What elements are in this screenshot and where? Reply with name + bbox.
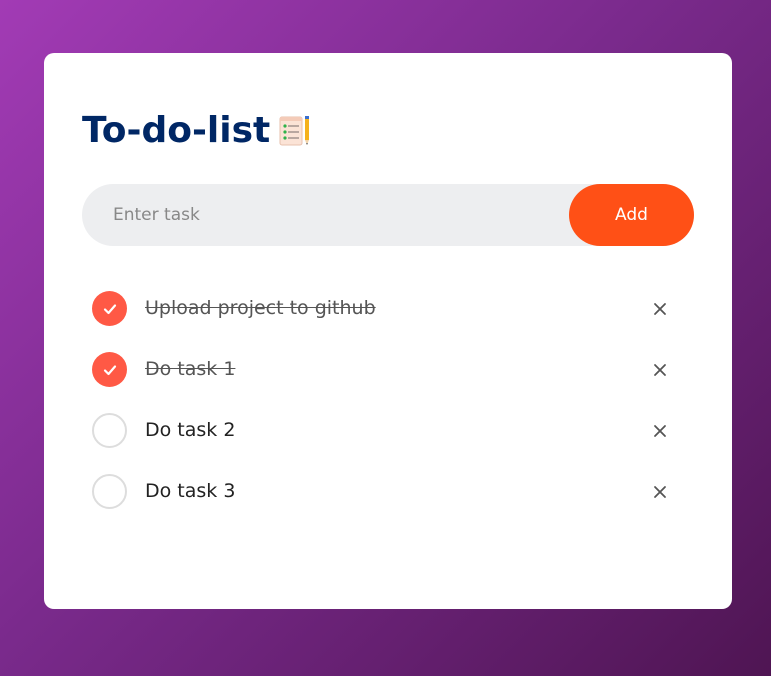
close-icon[interactable]	[648, 480, 672, 504]
task-label: Do task 2	[145, 419, 236, 441]
close-icon[interactable]	[648, 297, 672, 321]
list-item[interactable]: Do task 1	[92, 348, 686, 409]
task-label: Do task 3	[145, 480, 236, 502]
header: To-do-list	[82, 105, 312, 157]
task-input-row: Add	[82, 184, 694, 246]
unchecked-circle-icon[interactable]	[92, 474, 127, 509]
unchecked-circle-icon[interactable]	[92, 413, 127, 448]
list-item[interactable]: Do task 3	[92, 470, 686, 531]
page-title: To-do-list	[82, 110, 271, 151]
notepad-pencil-icon	[278, 114, 312, 148]
checked-icon[interactable]	[92, 291, 127, 326]
task-label: Upload project to github	[145, 297, 376, 319]
add-button[interactable]: Add	[569, 184, 694, 246]
task-label: Do task 1	[145, 358, 236, 380]
close-icon[interactable]	[648, 419, 672, 443]
task-list: Upload project to github Do task 1 Do ta…	[92, 287, 686, 531]
close-icon[interactable]	[648, 358, 672, 382]
checked-icon[interactable]	[92, 352, 127, 387]
task-input[interactable]	[82, 184, 562, 246]
todo-card: To-do-list Add	[44, 53, 732, 609]
list-item[interactable]: Do task 2	[92, 409, 686, 470]
list-item[interactable]: Upload project to github	[92, 287, 686, 348]
